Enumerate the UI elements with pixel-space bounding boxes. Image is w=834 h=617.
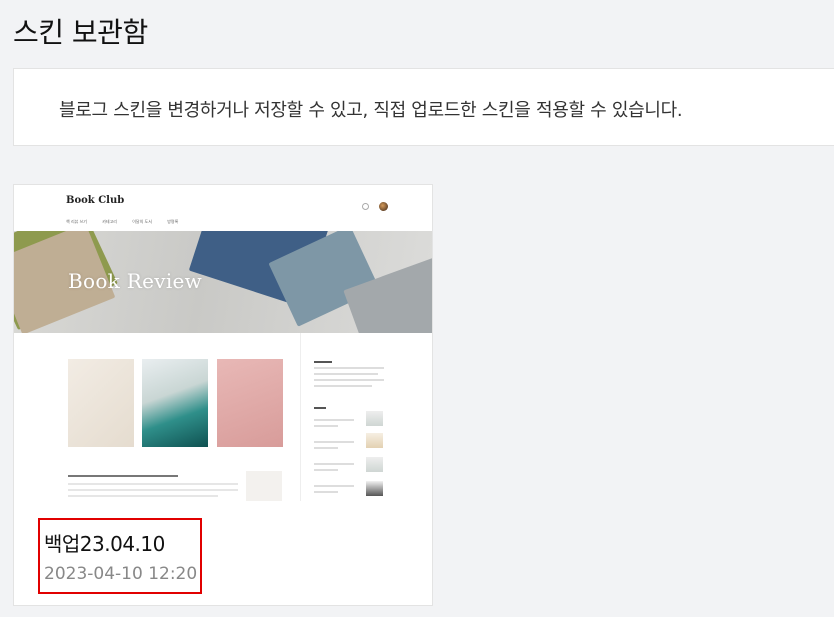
description-text: 블로그 스킨을 변경하거나 저장할 수 있고, 직접 업로드한 스킨을 적용할 … xyxy=(59,100,683,121)
book-cover xyxy=(217,359,283,447)
preview-nav-item: 카테고리 xyxy=(102,219,117,224)
description-box: 블로그 스킨을 변경하거나 저장할 수 있고, 직접 업로드한 스킨을 적용할 … xyxy=(13,68,834,146)
preview-thumb xyxy=(366,433,383,448)
book-cover xyxy=(68,359,134,447)
preview-nav-item: 방명록 xyxy=(167,219,179,224)
preview-hero-image: Book Review xyxy=(14,231,432,333)
preview-post-title xyxy=(68,475,178,477)
skin-preview-thumbnail[interactable]: Book Club 책 리뷰 쓰기 카테고리 이달의 도서 방명록 Book R… xyxy=(14,185,432,501)
preview-post-line xyxy=(68,489,238,491)
preview-post-image xyxy=(246,471,282,501)
preview-content xyxy=(14,333,432,501)
preview-thumb xyxy=(366,411,383,426)
preview-sidebar-block xyxy=(314,403,364,493)
preview-icons xyxy=(362,196,389,215)
skin-date: 2023-04-10 12:20 xyxy=(44,564,198,584)
preview-blog-name: Book Club xyxy=(66,195,125,206)
book-cover xyxy=(142,359,208,447)
preview-thumb xyxy=(366,481,383,496)
preview-post-line xyxy=(68,495,218,497)
preview-nav-item: 책 리뷰 쓰기 xyxy=(66,219,87,224)
divider xyxy=(300,333,301,501)
preview-post-line xyxy=(68,483,238,485)
skin-name[interactable]: 백업23.04.10 xyxy=(44,528,165,557)
search-icon xyxy=(362,203,369,210)
preview-nav: 책 리뷰 쓰기 카테고리 이달의 도서 방명록 xyxy=(66,219,192,225)
avatar xyxy=(379,202,389,211)
preview-nav-item: 이달의 도서 xyxy=(132,219,152,224)
preview-sidebar-block xyxy=(314,357,394,387)
skin-info-highlight: 백업23.04.10 2023-04-10 12:20 xyxy=(38,518,202,594)
preview-thumb xyxy=(366,457,383,472)
skin-card[interactable]: Book Club 책 리뷰 쓰기 카테고리 이달의 도서 방명록 Book R… xyxy=(13,184,433,606)
page-title: 스킨 보관함 xyxy=(13,16,148,49)
preview-hero-title: Book Review xyxy=(68,269,203,293)
preview-header: Book Club 책 리뷰 쓰기 카테고리 이달의 도서 방명록 xyxy=(14,185,432,231)
